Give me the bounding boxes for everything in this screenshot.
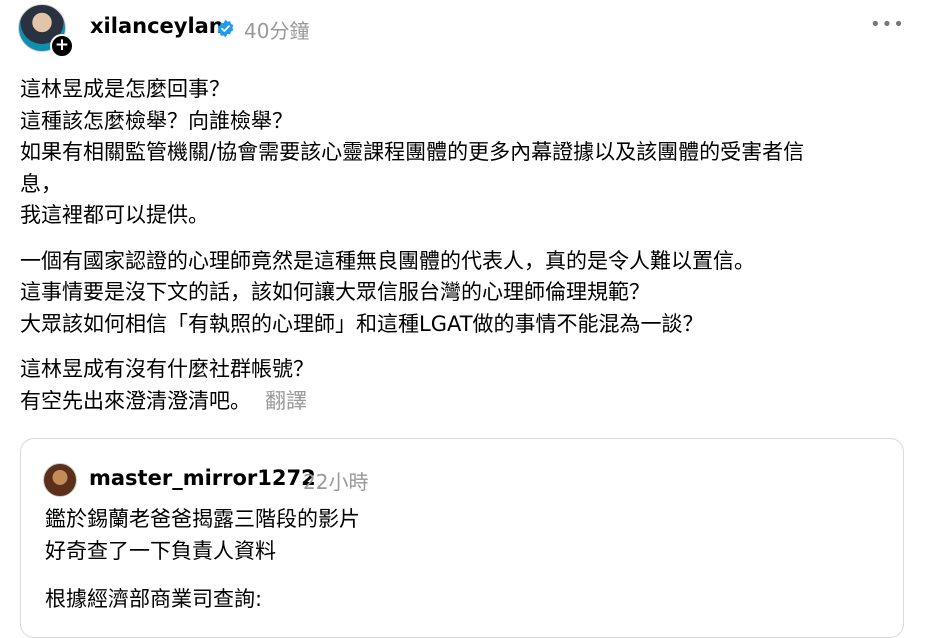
text-line: 好奇查了一下負責人資料 bbox=[45, 539, 276, 563]
text-line: 我這裡都可以提供。 bbox=[20, 203, 209, 227]
paragraph: 這林昱成是怎麼回事？ 這種該怎麼檢舉？向誰檢舉？ 如果有相關監管機關/協會需要該… bbox=[20, 74, 900, 232]
text-line: 根據經濟部商業司查詢: bbox=[45, 587, 263, 611]
quoted-avatar[interactable] bbox=[43, 463, 77, 497]
post-timestamp[interactable]: 40分鐘 bbox=[244, 15, 309, 44]
quoted-post-card[interactable]: master_mirror1272 22小時 鑑於錫蘭老爸爸揭露三階段的影片 好… bbox=[20, 438, 904, 638]
text-line: 這種該怎麼檢舉？向誰檢舉？ bbox=[20, 108, 293, 133]
username[interactable]: xilanceylan bbox=[90, 14, 224, 38]
paragraph: 這林昱成有沒有什麼社群帳號？ 有空先出來澄清澄清吧。 翻譯 bbox=[20, 354, 900, 417]
text-line: 這事情要是沒下文的話，該如何讓大眾信服台灣的心理師倫理規範？ bbox=[20, 280, 650, 304]
text-line: 有空先出來澄清澄清吧。 bbox=[20, 388, 251, 413]
text-line: 這林昱成有沒有什麼社群帳號？ bbox=[20, 357, 314, 381]
more-horizontal-icon[interactable]: ••• bbox=[870, 14, 905, 35]
paragraph: 一個有國家認證的心理師竟然是這種無良團體的代表人，真的是令人難以置信。 這事情要… bbox=[20, 246, 900, 341]
text-line: 一個有國家認證的心理師竟然是這種無良團體的代表人，真的是令人難以置信。 bbox=[20, 248, 755, 273]
text-line: 大眾該如何相信「有執照的心理師」和這種LGAT做的事情不能混為一談？ bbox=[20, 311, 704, 336]
follow-plus-icon[interactable]: + bbox=[50, 34, 74, 58]
paragraph: 根據經濟部商業司查詢: bbox=[45, 583, 885, 615]
post-header: + xilanceylan 40分鐘 ••• bbox=[0, 0, 940, 60]
quoted-timestamp[interactable]: 22小時 bbox=[303, 466, 368, 495]
text-line: 這林昱成是怎麼回事？ bbox=[20, 77, 230, 101]
post-text: 這林昱成是怎麼回事？ 這種該怎麼檢舉？向誰檢舉？ 如果有相關監管機關/協會需要該… bbox=[20, 74, 900, 431]
quoted-username[interactable]: master_mirror1272 bbox=[89, 466, 316, 490]
quoted-text: 鑑於錫蘭老爸爸揭露三階段的影片 好奇查了一下負責人資料 根據經濟部商業司查詢: bbox=[45, 503, 885, 629]
text-line-with-translate: 有空先出來澄清澄清吧。 翻譯 bbox=[20, 386, 900, 418]
paragraph: 鑑於錫蘭老爸爸揭露三階段的影片 好奇查了一下負責人資料 bbox=[45, 503, 885, 567]
text-line: 息， bbox=[20, 171, 62, 196]
verified-badge-icon bbox=[217, 19, 234, 38]
text-line: 如果有相關監管機關/協會需要該心靈課程團體的更多內幕證據以及該團體的受害者信 bbox=[20, 140, 805, 164]
text-line: 鑑於錫蘭老爸爸揭露三階段的影片 bbox=[45, 507, 360, 531]
translate-link[interactable]: 翻譯 bbox=[265, 389, 307, 413]
